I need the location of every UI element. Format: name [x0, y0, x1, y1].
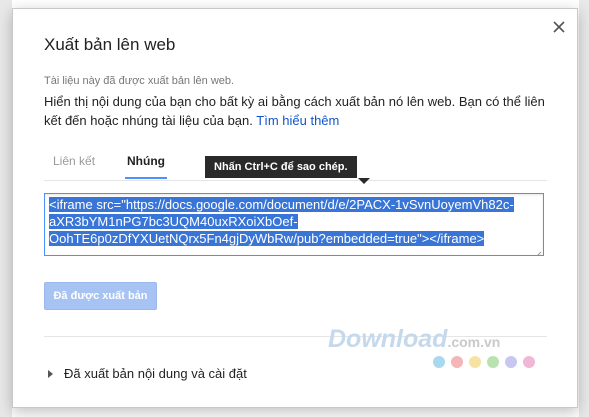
watermark-logo: Download.com.vn — [328, 325, 500, 354]
background-right-margin — [579, 0, 589, 417]
embed-code-textarea[interactable]: <iframe src="https://docs.google.com/doc… — [44, 193, 544, 256]
expander-label: Đã xuất bản nội dung và cài đặt — [64, 366, 247, 381]
watermark-dot — [433, 356, 445, 368]
watermark-dots — [433, 356, 541, 370]
dialog-title: Xuất bản lên web — [44, 35, 176, 54]
watermark-suffix: .com.vn — [447, 334, 501, 350]
background-left-margin — [0, 0, 12, 417]
dialog-description: Hiển thị nội dung của bạn cho bất kỳ ai … — [44, 92, 554, 130]
watermark-dot — [505, 356, 517, 368]
tooltip-arrow-icon — [358, 178, 370, 184]
watermark-dot — [487, 356, 499, 368]
publish-to-web-dialog: Xuất bản lên web Tài liệu này đã được xu… — [12, 8, 578, 408]
published-button[interactable]: Đã được xuất bản — [44, 282, 157, 310]
copy-hint-tooltip: Nhấn Ctrl+C để sao chép. — [205, 156, 357, 178]
tab-embed[interactable]: Nhúng — [125, 154, 167, 179]
watermark-dot — [451, 356, 463, 368]
watermark-dot — [523, 356, 535, 368]
resize-handle-icon[interactable] — [534, 246, 542, 255]
embed-code-line-2: aXR3bYM1nPG7bc3UQM40uxRXoiXbOef- — [49, 214, 298, 229]
embed-code-line-1: <iframe src="https://docs.google.com/doc… — [49, 197, 514, 212]
published-status-text: Tài liệu này đã được xuất bản lên web. — [44, 75, 235, 87]
watermark-dot — [469, 356, 481, 368]
watermark-brand: Download — [328, 325, 448, 353]
embed-code-line-3: OohTE6p0zDfYXUetNQrx5Fn4gjDyWbRw/pub?emb… — [49, 231, 485, 246]
tab-link[interactable]: Liên kết — [53, 154, 95, 178]
learn-more-link[interactable]: Tìm hiểu thêm — [256, 113, 339, 128]
close-icon[interactable] — [551, 19, 567, 35]
triangle-right-icon — [48, 370, 53, 378]
